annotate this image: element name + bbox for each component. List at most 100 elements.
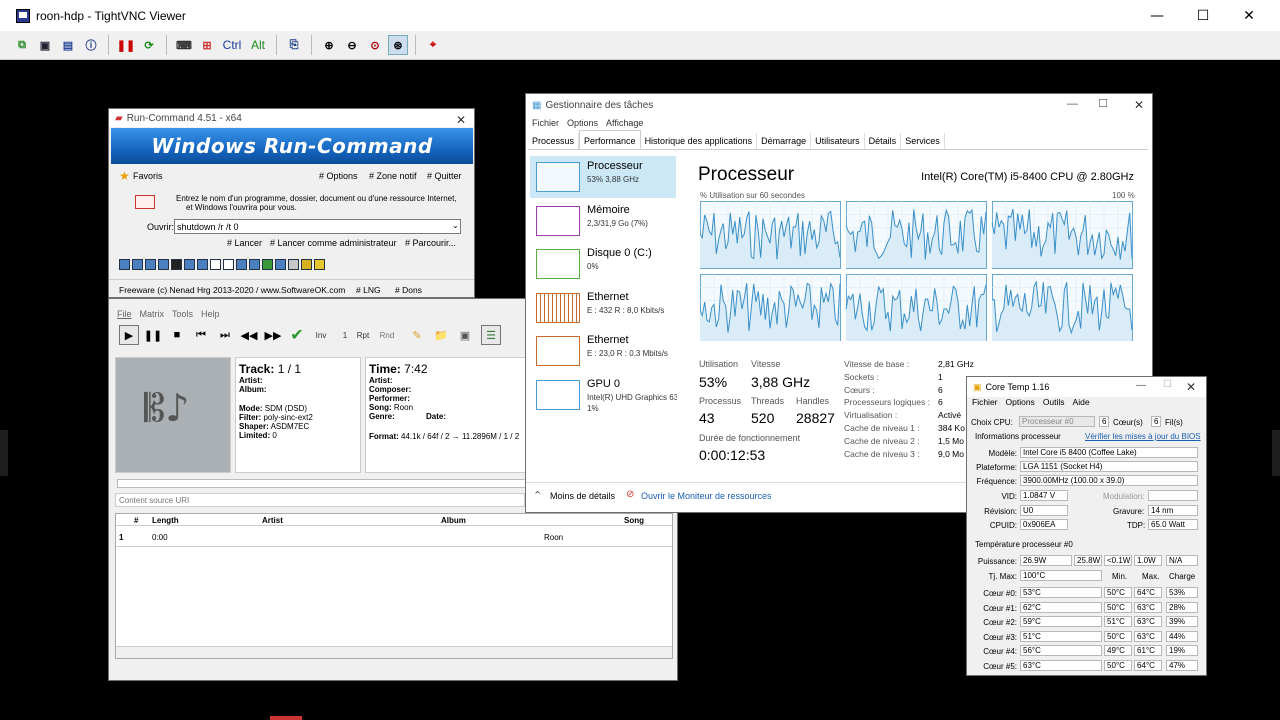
tab-utilisateurs[interactable]: Utilisateurs [811, 133, 865, 149]
shortcut-icon[interactable] [249, 259, 260, 270]
ct-menu-outils[interactable]: Outils [1043, 397, 1065, 407]
col-number[interactable]: # [134, 516, 138, 525]
parcourir-button[interactable]: # Parcourir... [405, 238, 456, 248]
open-folder-icon[interactable]: 📁 [431, 325, 451, 345]
resource-cpu[interactable]: Processeur 53% 3,88 GHz [530, 156, 676, 198]
brush-icon[interactable]: ✎ [407, 325, 427, 345]
shortcut-icon[interactable] [301, 259, 312, 270]
tm-menu-affichage[interactable]: Affichage [606, 118, 643, 128]
col-length[interactable]: Length [152, 516, 179, 525]
repeat-button[interactable]: Rpt [353, 325, 373, 345]
tab-historique[interactable]: Historique des applications [641, 133, 758, 149]
inv-button[interactable]: Inv [311, 325, 331, 345]
tm-minimize-button[interactable]: — [1067, 98, 1078, 110]
col-album[interactable]: Album [441, 516, 466, 525]
zoom-fit-icon[interactable]: ⊛ [388, 35, 408, 55]
ct-minimize-button[interactable]: — [1136, 380, 1146, 391]
pause-icon[interactable]: ❚❚ [116, 35, 136, 55]
quitter-menu[interactable]: # Quitter [427, 171, 462, 181]
previous-button[interactable]: ⏮ [191, 325, 211, 345]
resource-monitor-link[interactable]: Ouvrir le Moniteur de ressources [641, 491, 772, 501]
save-icon[interactable]: ▣ [455, 325, 475, 345]
shortcut-icon[interactable] [288, 259, 299, 270]
ct-menu-fichier[interactable]: Fichier [972, 397, 998, 407]
chevron-up-icon[interactable]: ⌃ [533, 489, 542, 502]
shortcut-icon[interactable] [184, 259, 195, 270]
uri-input[interactable]: Content source URI [115, 493, 525, 507]
menu-matrix[interactable]: Matrix [140, 309, 165, 319]
zoom-in-icon[interactable]: ⊕ [319, 35, 339, 55]
ctrl-button[interactable]: Ctrl [220, 35, 244, 55]
options-menu[interactable]: # Options [319, 171, 358, 181]
command-dropdown-icon[interactable]: ⌄ [452, 221, 459, 230]
table-row[interactable]: 1 0:00 Roon [116, 527, 672, 547]
shortcut-icon[interactable] [236, 259, 247, 270]
stop-button[interactable]: ■ [167, 325, 187, 345]
tm-menu-options[interactable]: Options [567, 118, 598, 128]
shortcut-icon[interactable] [262, 259, 273, 270]
horizontal-scrollbar[interactable] [116, 646, 672, 658]
forward-button[interactable]: ▶▶ [263, 325, 283, 345]
tm-menu-fichier[interactable]: Fichier [532, 118, 559, 128]
play-button[interactable]: ▶ [119, 325, 139, 345]
next-button[interactable]: ⏭ [215, 325, 235, 345]
clipboard-icon[interactable]: ⎘ [284, 35, 304, 55]
ct-maximize-button[interactable]: ☐ [1163, 379, 1172, 390]
start-menu-icon[interactable]: ⊞ [197, 35, 217, 55]
menu-file[interactable]: File [117, 309, 132, 319]
options-icon[interactable]: ▤ [58, 35, 78, 55]
resource-gpu[interactable]: GPU 0 Intel(R) UHD Graphics 63 1% [530, 374, 677, 422]
lancer-admin-button[interactable]: # Lancer comme administrateur [270, 238, 397, 248]
freeware-link[interactable]: Freeware (c) Nenad Hrg 2013-2020 / www.S… [119, 285, 345, 295]
shortcut-icon[interactable] [314, 259, 325, 270]
minimize-button[interactable]: — [1134, 0, 1180, 31]
ctrl-alt-del-icon[interactable]: ⌨ [174, 35, 194, 55]
run-close-button[interactable]: ✕ [456, 113, 466, 127]
lng-button[interactable]: # LNG [356, 285, 381, 295]
moins-details-link[interactable]: Moins de détails [550, 491, 615, 501]
fullscreen-icon[interactable]: ⌖ [423, 35, 443, 55]
alt-button[interactable]: Alt [247, 35, 269, 55]
save-icon[interactable]: ▣ [35, 35, 55, 55]
command-input[interactable] [174, 219, 461, 234]
check-button[interactable]: ✔ [287, 325, 307, 345]
zoom-out-icon[interactable]: ⊖ [342, 35, 362, 55]
tm-maximize-button[interactable]: ☐ [1098, 97, 1108, 110]
tab-details[interactable]: Détails [865, 133, 902, 149]
info-icon[interactable]: ⓘ [81, 35, 101, 55]
shortcut-icon[interactable] [145, 259, 156, 270]
dons-button[interactable]: # Dons [395, 285, 422, 295]
tab-services[interactable]: Services [901, 133, 945, 149]
bios-update-link[interactable]: Vérifier les mises à jour du BIOS [1085, 432, 1201, 441]
shortcut-icon[interactable] [197, 259, 208, 270]
ct-menu-aide[interactable]: Aide [1073, 397, 1090, 407]
shortcut-icon[interactable] [210, 259, 221, 270]
menu-help[interactable]: Help [201, 309, 220, 319]
shortcut-icon[interactable] [275, 259, 286, 270]
shortcut-icon[interactable] [158, 259, 169, 270]
random-button[interactable]: Rnd [377, 325, 397, 345]
new-connection-icon[interactable]: ⧉ [12, 35, 32, 55]
tab-performance[interactable]: Performance [579, 130, 641, 149]
shortcut-icon[interactable] [119, 259, 130, 270]
shortcut-icon[interactable] [132, 259, 143, 270]
close-button[interactable]: ✕ [1226, 0, 1272, 31]
tm-close-button[interactable]: ✕ [1134, 98, 1144, 112]
shortcut-icon[interactable] [223, 259, 234, 270]
ct-close-button[interactable]: ✕ [1186, 380, 1196, 394]
playlist-icon[interactable]: ☰ [481, 325, 501, 345]
count-field[interactable]: 1 [335, 325, 355, 345]
pause-button[interactable]: ❚❚ [143, 325, 163, 345]
tab-demarrage[interactable]: Démarrage [757, 133, 812, 149]
favoris-menu[interactable]: Favoris [133, 171, 163, 181]
lancer-button[interactable]: # Lancer [227, 238, 262, 248]
zone-notif-menu[interactable]: # Zone notif [369, 171, 417, 181]
menu-tools[interactable]: Tools [172, 309, 193, 319]
resource-memory[interactable]: Mémoire 2,3/31,9 Go (7%) [530, 200, 676, 242]
zoom-100-icon[interactable]: ⊙ [365, 35, 385, 55]
col-song[interactable]: Song [624, 516, 644, 525]
maximize-button[interactable]: ☐ [1180, 0, 1226, 31]
refresh-icon[interactable]: ⟳ [139, 35, 159, 55]
shortcut-icon[interactable] [171, 259, 182, 270]
resource-ethernet-1[interactable]: Ethernet E : 432 R : 8,0 Kbits/s [530, 287, 676, 329]
